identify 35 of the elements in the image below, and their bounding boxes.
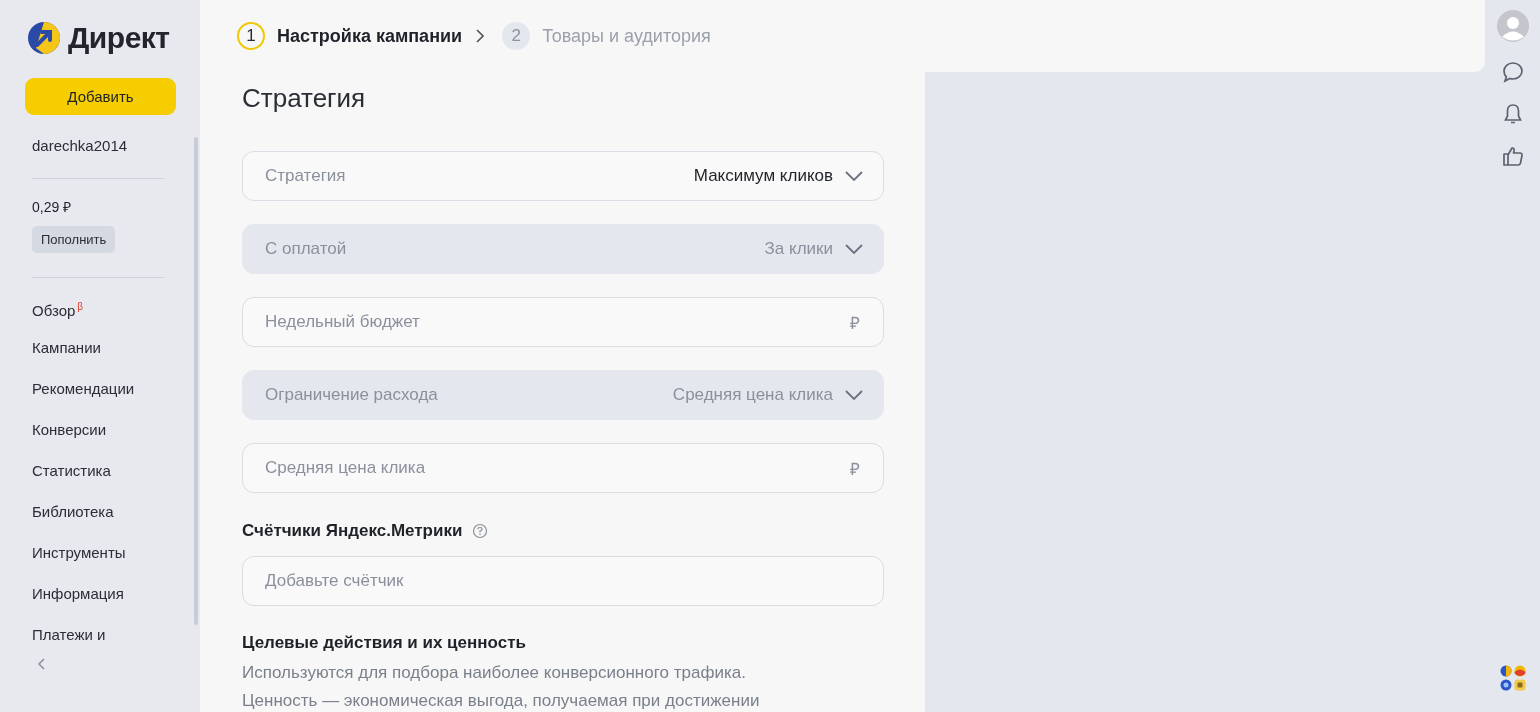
goals-title: Целевые действия и их ценность: [242, 633, 527, 653]
balance: 0,29 ₽: [32, 198, 72, 216]
input-field[interactable]: Добавьте счётчик: [242, 556, 884, 606]
logo-icon: [28, 22, 60, 54]
nav-item[interactable]: Обзор$^{β}$: [32, 296, 135, 337]
nav-item[interactable]: Кампании: [32, 337, 135, 378]
step-number: 1: [237, 22, 265, 50]
goals-description: Используются для подбора наиболее конверсионного трафика. Ценность — экономическая выгода, получаемая при достижении: [242, 662, 761, 712]
step-number: 2: [502, 22, 531, 50]
services-drawing[interactable]: [1498, 664, 1527, 692]
nav-item[interactable]: Рекомендации: [32, 378, 135, 419]
chevron-down-icon: [845, 171, 863, 181]
currency-sign: ₽: [850, 313, 860, 334]
nav-item[interactable]: Платежи и: [32, 624, 135, 665]
chevron-down-icon: [845, 244, 863, 254]
chat-icon[interactable]: [1500, 60, 1525, 84]
thumbs-up-icon[interactable]: [1500, 144, 1525, 168]
nav-item[interactable]: Библиотека: [32, 501, 135, 542]
collapse-icon[interactable]: [37, 657, 47, 671]
chevron-right-icon: [476, 29, 485, 43]
top-up-button[interactable]: Пополнить: [32, 226, 116, 253]
section-title: Стратегия: [242, 83, 367, 115]
add-button[interactable]: Добавить: [25, 78, 176, 115]
account-name[interactable]: darechka2014: [32, 137, 128, 154]
nav-item[interactable]: Статистика: [32, 460, 135, 501]
nav-item[interactable]: Конверсии: [32, 419, 135, 460]
counters-title: Счётчики Яндекс.Метрики: [242, 521, 463, 541]
select-field[interactable]: Стратегия Максимум кликов: [242, 151, 884, 201]
nav-item[interactable]: Инструменты: [32, 542, 135, 583]
nav-item[interactable]: Информация: [32, 583, 135, 624]
step-label[interactable]: Настройка кампании: [277, 25, 463, 47]
logo-text: Директ: [68, 21, 170, 55]
currency-sign: ₽: [850, 459, 860, 480]
chevron-down-icon: [845, 390, 863, 400]
help-icon[interactable]: [472, 523, 489, 539]
